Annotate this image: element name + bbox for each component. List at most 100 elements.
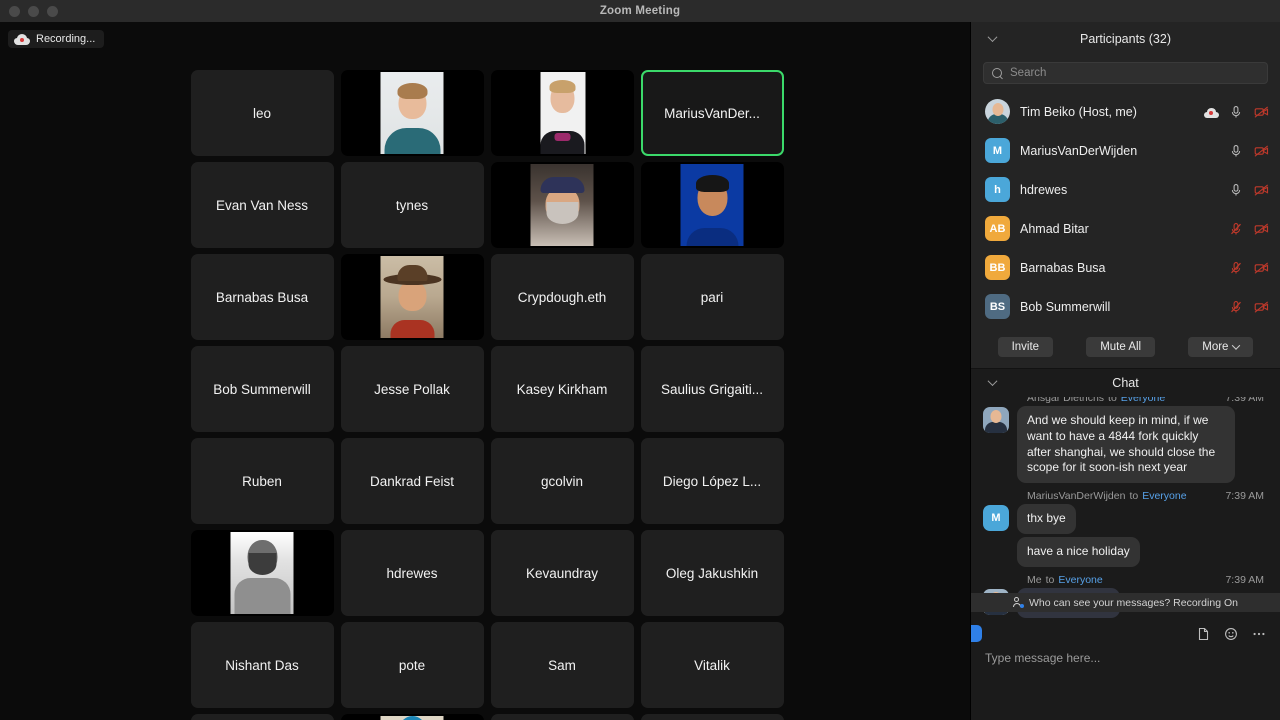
chat-destination[interactable]: Everyone xyxy=(1058,574,1102,586)
participant-status-icons xyxy=(1229,261,1269,275)
participant-name: Barnabas Busa xyxy=(1020,260,1106,275)
cloud-recording-icon xyxy=(1204,105,1219,119)
video-off-icon[interactable] xyxy=(1254,222,1269,236)
video-tile[interactable]: pari xyxy=(640,254,784,340)
file-icon[interactable] xyxy=(1196,627,1210,641)
video-stage: Recording... leo MariusVanDer... Evan Van … xyxy=(0,22,970,720)
video-tile[interactable]: gcolvin xyxy=(490,438,634,524)
chevron-down-icon[interactable] xyxy=(989,378,998,387)
participant-tile-name: MariusVanDer... xyxy=(664,105,760,121)
mic-off-icon[interactable] xyxy=(1229,222,1243,236)
avatar: h xyxy=(985,177,1010,202)
chat-bubble: thx bye xyxy=(1017,504,1076,535)
emoji-icon[interactable] xyxy=(1224,627,1238,641)
video-tile[interactable] xyxy=(490,70,634,156)
video-tile[interactable]: Roberto B xyxy=(490,714,634,720)
video-tile[interactable]: Bob Summerwill xyxy=(190,346,334,432)
mic-on-icon[interactable] xyxy=(1229,183,1243,197)
participants-title: Participants (32) xyxy=(1079,32,1171,46)
video-tile[interactable]: Barnabas Busa xyxy=(190,254,334,340)
video-tile[interactable]: Sam xyxy=(490,622,634,708)
video-tile[interactable]: Kasey Kirkham xyxy=(490,346,634,432)
video-tile[interactable] xyxy=(490,162,634,248)
participants-header: Participants (32) xyxy=(971,22,1280,56)
participant-status-icons xyxy=(1229,144,1269,158)
participant-row[interactable]: BS Bob Summerwill xyxy=(971,287,1280,326)
mic-off-icon[interactable] xyxy=(1229,261,1243,275)
search-input[interactable] xyxy=(1010,67,1259,79)
video-tile[interactable]: Dankrad Feist xyxy=(340,438,484,524)
participant-status-icons xyxy=(1229,222,1269,236)
avatar xyxy=(983,407,1009,433)
participant-row[interactable]: BB Barnabas Busa xyxy=(971,248,1280,287)
video-tile[interactable]: Oleg Jakushkin xyxy=(640,530,784,616)
participant-name: Tim Beiko (Host, me) xyxy=(1020,104,1137,119)
participant-tile-name: tynes xyxy=(395,197,429,213)
video-tile[interactable]: Crypdough.eth xyxy=(490,254,634,340)
video-off-icon[interactable] xyxy=(1254,183,1269,197)
video-off-icon[interactable] xyxy=(1254,144,1269,158)
video-tile[interactable]: pote xyxy=(340,622,484,708)
search-box[interactable] xyxy=(983,62,1268,84)
participant-row[interactable]: M MariusVanDerWijden xyxy=(971,131,1280,170)
video-tile[interactable]: Diego López L... xyxy=(640,438,784,524)
chat-bubble: have a nice holiday xyxy=(1017,537,1140,567)
video-off-icon[interactable] xyxy=(1254,300,1269,314)
video-tile[interactable] xyxy=(640,162,784,248)
chat-message: have a nice holiday xyxy=(983,537,1270,567)
participant-tile-name: Evan Van Ness xyxy=(215,197,309,213)
video-tile[interactable]: Ruben xyxy=(190,438,334,524)
video-off-icon[interactable] xyxy=(1254,105,1269,119)
mic-on-icon[interactable] xyxy=(1229,105,1243,119)
title-bar: Zoom Meeting xyxy=(0,0,1280,22)
mic-on-icon[interactable] xyxy=(1229,144,1243,158)
participant-tile-name: pote xyxy=(398,657,426,673)
video-tile[interactable] xyxy=(340,254,484,340)
video-tile[interactable]: Nishant Das xyxy=(190,622,334,708)
video-tile[interactable] xyxy=(340,70,484,156)
chat-header: Chat xyxy=(971,369,1280,397)
chat-message-meta: Ansgar Dietrichs to Everyone 7:39 AM xyxy=(983,397,1270,406)
chat-destination[interactable]: Everyone xyxy=(1142,490,1186,502)
recording-badge: Recording... xyxy=(8,30,105,48)
video-tile[interactable] xyxy=(190,530,334,616)
participant-row[interactable]: AB Ahmad Bitar xyxy=(971,209,1280,248)
more-options-icon[interactable] xyxy=(1252,627,1266,641)
chat-message-list[interactable]: Ansgar Dietrichs to Everyone 7:39 AM And we … xyxy=(971,397,1280,621)
video-tile[interactable] xyxy=(340,714,484,720)
video-tile[interactable]: Vitalik xyxy=(640,622,784,708)
participant-tile-name: Ruben xyxy=(242,473,282,489)
more-button[interactable]: More xyxy=(1188,337,1254,357)
invite-button[interactable]: Invite xyxy=(997,337,1054,357)
chat-input-area[interactable]: Type message here... xyxy=(971,647,1280,691)
video-tile[interactable]: Saulius Grigaiti... xyxy=(640,346,784,432)
chat-input-placeholder: Type message here... xyxy=(985,651,1101,665)
participant-name: MariusVanDerWijden xyxy=(1020,143,1138,158)
video-tile[interactable]: Evan Van Ness xyxy=(190,162,334,248)
chevron-down-icon[interactable] xyxy=(989,34,998,43)
participant-tile-name: hdrewes xyxy=(386,565,438,581)
mic-off-icon[interactable] xyxy=(1229,300,1243,314)
mute-all-button[interactable]: Mute All xyxy=(1086,337,1156,357)
participant-row[interactable]: Tim Beiko (Host, me) xyxy=(971,92,1280,131)
who-can-see-bar[interactable]: Who can see your messages? Recording On xyxy=(971,593,1280,612)
participant-status-icons xyxy=(1229,300,1269,314)
window-title: Zoom Meeting xyxy=(599,5,681,17)
participant-video-feed xyxy=(530,72,594,154)
participant-row[interactable]: h hdrewes xyxy=(971,170,1280,209)
video-tile[interactable]: hdrewes xyxy=(340,530,484,616)
video-tile[interactable]: leo xyxy=(190,70,334,156)
participant-tile-name: Vitalik xyxy=(694,657,730,673)
video-tile[interactable]: josh xyxy=(190,714,334,720)
chat-side-tab[interactable] xyxy=(971,625,982,642)
chat-destination[interactable]: Everyone xyxy=(1121,397,1165,404)
video-tile[interactable]: tynes xyxy=(340,162,484,248)
video-off-icon[interactable] xyxy=(1254,261,1269,275)
avatar xyxy=(985,99,1010,124)
video-tile[interactable]: Ahmad Bitar xyxy=(640,714,784,720)
video-tile[interactable]: Jesse Pollak xyxy=(340,346,484,432)
participant-tile-name: Crypdough.eth xyxy=(517,289,607,305)
participant-tile-name: Nishant Das xyxy=(225,657,299,673)
video-tile[interactable]: Kevaundray xyxy=(490,530,634,616)
video-tile[interactable]: MariusVanDer... xyxy=(640,70,784,156)
